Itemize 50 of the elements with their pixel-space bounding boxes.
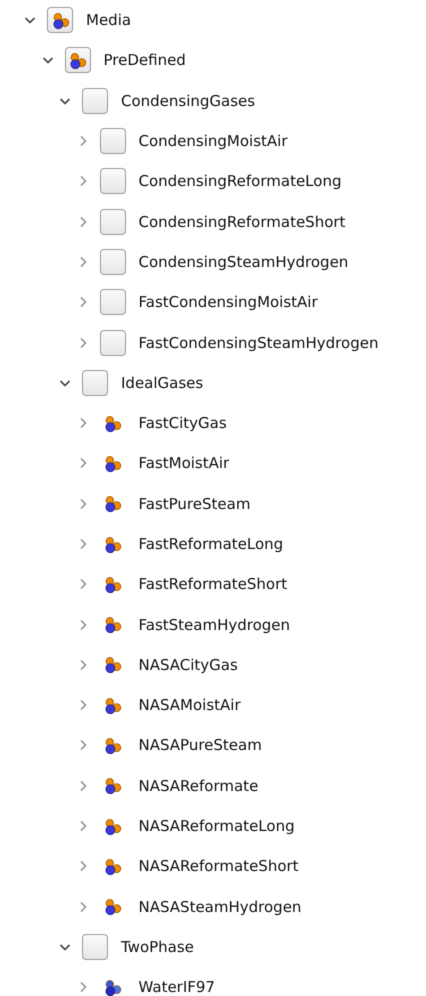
tree-item-label[interactable]: CondensingReformateShort (138, 212, 346, 231)
tree-item-label[interactable]: NASAMoistAir (138, 696, 241, 714)
molecule-icon (103, 616, 122, 634)
tree-item-label[interactable]: FastPureSteam (138, 494, 250, 513)
package-icon (100, 330, 126, 356)
tree-item-label[interactable]: NASAPureSteam (138, 736, 262, 754)
tree-item-label[interactable]: FastMoistAir (138, 454, 230, 472)
molecule-icon (103, 495, 122, 512)
molecule-icon (103, 818, 122, 835)
package-icon (100, 289, 126, 316)
package-icon (82, 934, 108, 960)
tree-item-label[interactable]: WaterIF97 (138, 978, 215, 996)
tree-item-label[interactable]: CondensingReformateLong (138, 172, 342, 190)
tree-item-label[interactable]: NASAReformate (138, 776, 258, 795)
tree-item-label[interactable]: Media (86, 11, 132, 30)
molecule-icon (103, 736, 122, 754)
tree-item-label[interactable]: FastCityGas (138, 414, 227, 432)
tree-item-label[interactable]: FastReformateShort (138, 575, 288, 594)
molecule-icon (103, 858, 122, 875)
molecule-icon (103, 656, 122, 674)
molecule-icon (103, 696, 122, 714)
tree-item-label[interactable]: CondensingMoistAir (138, 132, 288, 150)
package-icon (100, 208, 126, 235)
molecule-icon (103, 898, 122, 916)
package-icon (100, 248, 126, 275)
molecule-icon (103, 777, 122, 794)
tree-item-label[interactable]: FastReformateLong (138, 535, 284, 553)
tree-item-label[interactable]: TwoPhase (121, 938, 194, 956)
molecule-icon (103, 536, 122, 552)
package-icon (82, 370, 108, 396)
tree-item-label[interactable]: NASAReformateShort (138, 857, 299, 876)
tree-item-label[interactable]: NASACityGas (138, 656, 238, 674)
package-icon (82, 88, 108, 114)
package-icon (47, 7, 73, 34)
package-icon (64, 47, 90, 74)
molecule-icon (103, 454, 122, 472)
molecule-icon (103, 414, 122, 432)
tree-item-label[interactable]: CondensingSteamHydrogen (138, 252, 348, 271)
package-icon (100, 168, 126, 194)
tree-item-label[interactable]: FastCondensingMoistAir (138, 293, 318, 312)
molecule-icon (103, 576, 122, 593)
tree-item-label[interactable]: NASAReformateLong (138, 817, 295, 836)
package-icon (100, 128, 126, 154)
molecule-icon (103, 978, 122, 996)
tree-item-label[interactable]: FastSteamHydrogen (138, 616, 290, 634)
tree-item-label[interactable]: IdealGases (121, 374, 204, 392)
tree-item-label[interactable]: PreDefined (104, 51, 186, 70)
tree-item-label[interactable]: NASASteamHydrogen (138, 898, 302, 916)
tree-item-label[interactable]: FastCondensingSteamHydrogen (138, 334, 378, 352)
tree-item-label[interactable]: CondensingGases (121, 92, 256, 110)
